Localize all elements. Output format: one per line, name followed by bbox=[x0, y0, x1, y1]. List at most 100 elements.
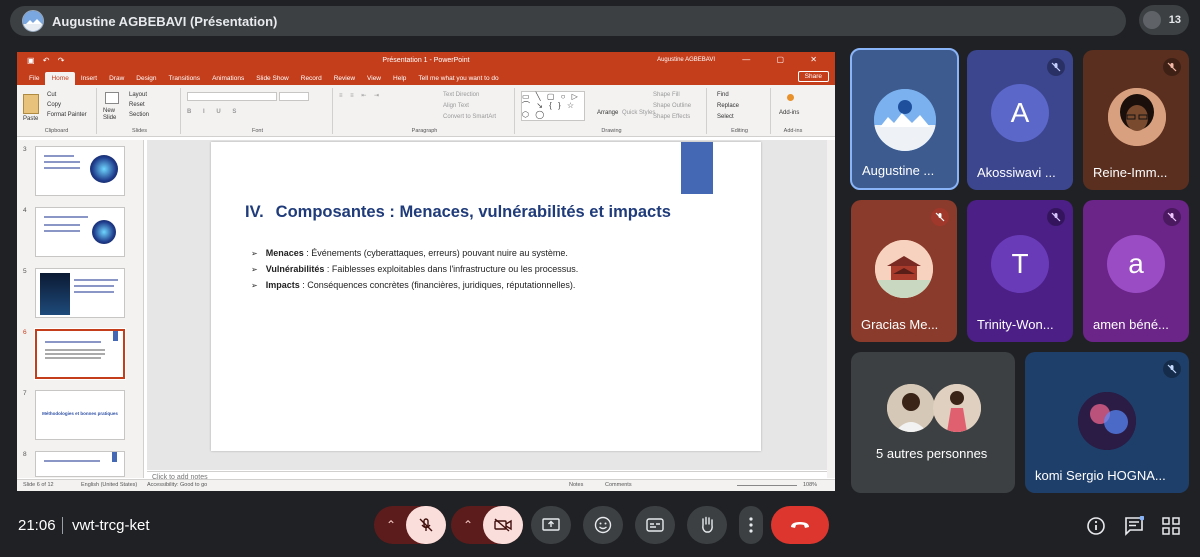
replace-button[interactable]: Replace bbox=[717, 103, 739, 109]
tab-help[interactable]: Help bbox=[387, 72, 412, 85]
leave-call-button[interactable] bbox=[771, 506, 829, 544]
convert-smartart-button[interactable]: Convert to SmartArt bbox=[443, 114, 496, 120]
addins-icon[interactable] bbox=[787, 94, 794, 101]
avatar bbox=[1078, 392, 1136, 450]
mic-toggle-button[interactable] bbox=[406, 506, 446, 544]
tab-file[interactable]: File bbox=[23, 72, 45, 85]
window-controls[interactable]: — ▢ ✕ bbox=[742, 55, 829, 64]
tab-insert[interactable]: Insert bbox=[75, 72, 103, 85]
quick-styles-button[interactable]: Quick Styles bbox=[622, 110, 655, 116]
quick-access-toolbar[interactable]: ▣ ↶ ↷ bbox=[27, 56, 67, 65]
accessibility-status[interactable]: Accessibility: Good to go bbox=[147, 480, 207, 491]
participant-name: Gracias Me... bbox=[861, 317, 939, 332]
others-tile[interactable]: 5 autres personnes bbox=[851, 352, 1015, 493]
select-button[interactable]: Select bbox=[717, 114, 734, 120]
vertical-scrollbar[interactable] bbox=[827, 140, 835, 478]
participant-tile[interactable]: komi Sergio HOGNA... bbox=[1025, 352, 1189, 493]
camera-options-chevron-icon[interactable]: ⌃ bbox=[463, 518, 473, 532]
participant-name: Trinity-Won... bbox=[977, 317, 1054, 332]
slide-thumb-7[interactable]: Méthodologies et bonnes pratiques bbox=[35, 390, 125, 440]
participant-tile[interactable]: Augustine ... bbox=[850, 48, 959, 190]
meeting-details-button[interactable] bbox=[1085, 515, 1107, 537]
thumb-number: 8 bbox=[23, 451, 27, 458]
meeting-code: vwt-trcg-ket bbox=[72, 517, 150, 534]
ribbon-tabs: File Home Insert Draw Design Transitions… bbox=[17, 69, 835, 85]
tab-design[interactable]: Design bbox=[130, 72, 162, 85]
tab-transitions[interactable]: Transitions bbox=[163, 72, 207, 85]
slides-group: New Slide Layout Reset Section Slides bbox=[99, 88, 181, 134]
new-slide-button[interactable]: New Slide bbox=[103, 108, 125, 122]
shape-outline-button[interactable]: Shape Outline bbox=[653, 103, 691, 109]
share-button[interactable]: Share bbox=[797, 71, 829, 82]
participant-tile[interactable]: a amen béné... bbox=[1083, 200, 1189, 342]
font-size-box[interactable] bbox=[279, 92, 309, 101]
current-slide[interactable]: IV. Composantes : Menaces, vulnérabilités… bbox=[211, 142, 761, 451]
meeting-controls: 21:06 vwt-trcg-ket ⌃ ⌃ bbox=[0, 497, 1200, 557]
slide-thumb-5[interactable] bbox=[35, 268, 125, 318]
addins-button[interactable]: Add-ins bbox=[779, 110, 799, 116]
tab-record[interactable]: Record bbox=[295, 72, 328, 85]
slide-thumb-6-selected[interactable] bbox=[34, 328, 126, 380]
shape-fill-button[interactable]: Shape Fill bbox=[653, 92, 680, 98]
layout-button[interactable]: Layout bbox=[129, 92, 147, 98]
mic-off-icon bbox=[1047, 58, 1065, 76]
participants-button[interactable]: 13 bbox=[1139, 5, 1189, 35]
zoom-slider[interactable] bbox=[737, 485, 797, 486]
reset-button[interactable]: Reset bbox=[129, 102, 145, 108]
font-name-box[interactable] bbox=[187, 92, 277, 101]
chat-button[interactable] bbox=[1123, 515, 1145, 537]
slide-thumb-4[interactable] bbox=[35, 207, 125, 257]
slide-thumb-3[interactable] bbox=[35, 146, 125, 196]
reactions-button[interactable] bbox=[583, 506, 623, 544]
participant-count: 13 bbox=[1168, 14, 1181, 26]
cut-button[interactable]: Cut bbox=[47, 92, 56, 98]
more-options-button[interactable] bbox=[739, 506, 763, 544]
find-button[interactable]: Find bbox=[717, 92, 729, 98]
align-text-button[interactable]: Align Text bbox=[443, 103, 469, 109]
section-button[interactable]: Section bbox=[129, 112, 149, 118]
language[interactable]: English (United States) bbox=[81, 480, 137, 491]
tab-home[interactable]: Home bbox=[45, 72, 75, 85]
tab-animations[interactable]: Animations bbox=[206, 72, 250, 85]
tell-me-search[interactable]: Tell me what you want to do bbox=[412, 72, 504, 85]
participant-tile[interactable]: Gracias Me... bbox=[851, 200, 957, 342]
tab-draw[interactable]: Draw bbox=[103, 72, 130, 85]
participant-tile[interactable]: A Akossiwavi ... bbox=[967, 50, 1073, 190]
mic-options-chevron-icon[interactable]: ⌃ bbox=[386, 518, 396, 532]
notes-toggle[interactable]: Notes bbox=[569, 480, 583, 491]
chat-icon bbox=[1125, 516, 1144, 536]
tab-view[interactable]: View bbox=[361, 72, 387, 85]
drawing-label: Drawing bbox=[601, 128, 622, 134]
mic-off-icon bbox=[419, 518, 433, 532]
clipboard-group: Paste Cut Copy Format Painter Clipboard bbox=[17, 88, 97, 134]
camera-toggle-button[interactable] bbox=[483, 506, 523, 544]
shape-effects-button[interactable]: Shape Effects bbox=[653, 114, 690, 120]
font-format-buttons[interactable]: B I U S bbox=[187, 109, 241, 115]
raise-hand-button[interactable] bbox=[687, 506, 727, 544]
paste-button[interactable]: Paste bbox=[23, 116, 38, 122]
participant-name: Reine-Imm... bbox=[1093, 165, 1168, 180]
tab-review[interactable]: Review bbox=[328, 72, 361, 85]
participant-tile[interactable]: T Trinity-Won... bbox=[967, 200, 1073, 342]
arrange-button[interactable]: Arrange bbox=[597, 110, 618, 116]
bullet-item: ➢ Vulnérabilités : Faiblesses exploitable… bbox=[251, 264, 579, 274]
format-painter-button[interactable]: Format Painter bbox=[47, 112, 87, 118]
zoom-level[interactable]: 108% bbox=[803, 480, 817, 491]
copy-button[interactable]: Copy bbox=[47, 102, 61, 108]
tab-slide-show[interactable]: Slide Show bbox=[250, 72, 295, 85]
avatar bbox=[887, 384, 935, 432]
activities-button[interactable] bbox=[1160, 515, 1182, 537]
comments-toggle[interactable]: Comments bbox=[605, 480, 632, 491]
shapes-gallery[interactable]: ▭ ╲ ▢ ○ ▷ ⌒ ↘ { } ☆ ⬡ ◯ bbox=[521, 91, 585, 121]
meeting-time: 21:06 bbox=[18, 517, 56, 534]
text-direction-button[interactable]: Text Direction bbox=[443, 92, 479, 98]
thumb-number: 7 bbox=[23, 390, 27, 397]
mic-off-icon bbox=[1163, 360, 1181, 378]
captions-button[interactable] bbox=[635, 506, 675, 544]
participant-tile[interactable]: Reine-Imm... bbox=[1083, 50, 1189, 190]
slide-thumb-8[interactable] bbox=[35, 451, 125, 477]
new-slide-icon[interactable] bbox=[105, 92, 119, 104]
paste-icon[interactable] bbox=[23, 94, 39, 114]
list-buttons[interactable]: ≡ ≡ ⇤ ⇥ bbox=[339, 92, 382, 99]
present-screen-button[interactable] bbox=[531, 506, 571, 544]
